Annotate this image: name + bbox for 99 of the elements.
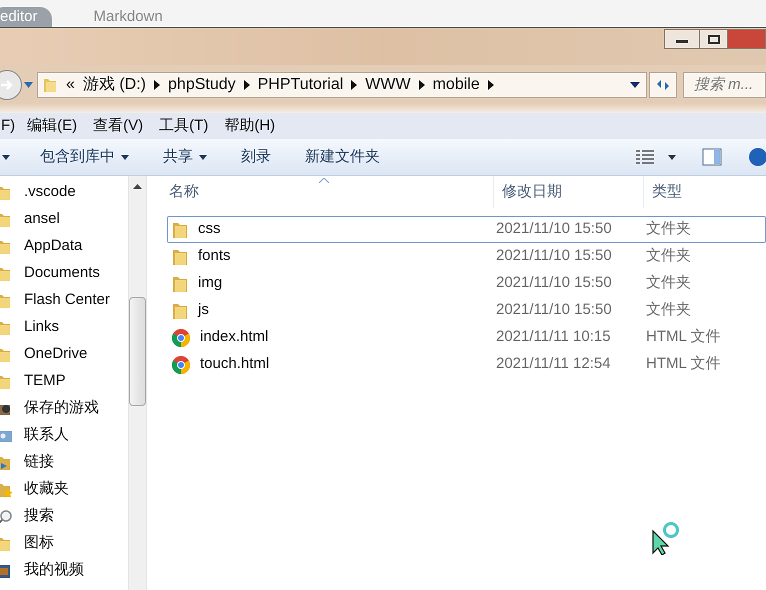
- file-row[interactable]: css 2021/11/10 15:50 文件夹: [167, 216, 766, 243]
- folder-icon: [172, 248, 188, 266]
- breadcrumb[interactable]: WWW: [365, 73, 411, 97]
- sidebar-item[interactable]: OneDrive: [24, 343, 88, 366]
- preview-pane-icon[interactable]: [702, 148, 722, 166]
- file-name[interactable]: index.html: [200, 326, 268, 349]
- menu-item[interactable]: 工具(T): [159, 114, 208, 138]
- caret-icon[interactable]: [244, 80, 250, 90]
- caret-icon[interactable]: [488, 80, 494, 90]
- sidebar-item[interactable]: 联系人: [24, 424, 69, 447]
- folder-icon: [0, 238, 12, 254]
- sidebar-item[interactable]: Documents: [24, 262, 100, 285]
- caret-icon[interactable]: [418, 80, 425, 90]
- menu-item[interactable]: 编辑(E): [27, 114, 78, 138]
- minimize-button[interactable]: [664, 29, 700, 49]
- folder-icon: [172, 220, 188, 238]
- toolbar-button[interactable]: 刻录: [241, 139, 271, 175]
- sidebar-item[interactable]: 收藏夹: [24, 478, 69, 501]
- file-row[interactable]: img 2021/11/10 15:50 文件夹: [167, 270, 766, 297]
- column-header[interactable]: 类型: [643, 176, 682, 208]
- file-type: 文件夹: [646, 273, 691, 294]
- file-type: HTML 文件: [646, 327, 720, 348]
- breadcrumb[interactable]: mobile: [432, 73, 480, 97]
- toolbar-button[interactable]: 共享: [163, 139, 207, 175]
- breadcrumb[interactable]: 游戏 (D:): [82, 73, 146, 97]
- folder-icon: [172, 274, 188, 292]
- overflow-chevron[interactable]: «: [66, 73, 75, 97]
- folder-icon: [0, 184, 12, 200]
- search-field[interactable]: 搜索 m...: [683, 72, 766, 98]
- sidebar-item[interactable]: 链接: [24, 451, 54, 474]
- folder-icon: [0, 320, 12, 336]
- file-date: 2021/11/10 15:50: [496, 273, 613, 294]
- file-row[interactable]: index.html 2021/11/11 10:15 HTML 文件: [167, 324, 766, 351]
- minimize-icon: [676, 40, 688, 43]
- folder-icon: [0, 292, 12, 308]
- menu-item[interactable]: F): [1, 114, 16, 138]
- file-date: 2021/11/10 15:50: [496, 246, 613, 266]
- file-name[interactable]: img: [198, 272, 222, 295]
- dropdown-icon[interactable]: [630, 82, 640, 88]
- address-field[interactable]: « 游戏 (D:) phpStudy PHPTutorial WWW mobile: [37, 72, 647, 98]
- toolbar-button[interactable]: 包含到库中: [40, 139, 129, 175]
- sidebar-item[interactable]: 图标: [24, 532, 54, 555]
- file-type: 文件夹: [646, 219, 691, 240]
- toolbar-button[interactable]: 新建文件夹: [305, 139, 380, 175]
- file-name[interactable]: css: [198, 218, 220, 241]
- file-type: 文件夹: [646, 300, 691, 320]
- folder-icon: [42, 77, 58, 93]
- forward-button[interactable]: [0, 70, 22, 100]
- folder-icon: [0, 346, 12, 362]
- maximize-icon: [708, 34, 720, 44]
- caret-icon[interactable]: [668, 154, 676, 160]
- sidebar-item[interactable]: AppData: [24, 235, 82, 258]
- star-folder-icon: [0, 482, 12, 498]
- file-name[interactable]: js: [198, 299, 209, 322]
- menu-item[interactable]: 帮助(H): [224, 114, 276, 138]
- file-date: 2021/11/10 15:50: [496, 219, 613, 240]
- caret-icon[interactable]: [351, 80, 358, 90]
- search-icon: [0, 508, 12, 524]
- folder-icon: [172, 302, 188, 320]
- folder-icon: [0, 266, 12, 282]
- folder-icon: [0, 212, 12, 228]
- film-icon: [0, 562, 12, 578]
- file-date: 2021/11/11 10:15: [496, 327, 612, 348]
- scrollbar-thumb[interactable]: [129, 297, 146, 406]
- sidebar-item[interactable]: TEMP: [24, 370, 66, 393]
- folder-icon: [0, 374, 12, 390]
- file-type: HTML 文件: [646, 354, 720, 374]
- scroll-up-icon[interactable]: [133, 184, 142, 189]
- scrollbar[interactable]: [128, 176, 147, 590]
- file-type: 文件夹: [646, 246, 691, 266]
- breadcrumb[interactable]: PHPTutorial: [258, 73, 344, 97]
- sidebar-item[interactable]: Flash Center: [24, 289, 110, 312]
- view-list-icon[interactable]: [636, 149, 654, 165]
- breadcrumb[interactable]: phpStudy: [168, 73, 236, 97]
- file-row[interactable]: js 2021/11/10 15:50 文件夹: [167, 297, 766, 324]
- caret-icon[interactable]: [154, 80, 160, 90]
- busy-cursor-icon: [652, 521, 682, 555]
- menu-item[interactable]: 查看(V): [93, 114, 144, 138]
- refresh-icon: [655, 78, 671, 92]
- column-header[interactable]: 修改日期: [493, 176, 643, 208]
- sidebar-item[interactable]: Links: [24, 316, 60, 339]
- file-row[interactable]: fonts 2021/11/10 15:50 文件夹: [167, 243, 766, 270]
- maximize-button[interactable]: [700, 29, 728, 49]
- chrome-icon: [172, 356, 190, 374]
- file-row[interactable]: touch.html 2021/11/11 12:54 HTML 文件: [167, 351, 766, 378]
- file-date: 2021/11/11 12:54: [496, 354, 612, 374]
- folder-icon: [0, 454, 12, 470]
- refresh-button[interactable]: [649, 72, 677, 98]
- sidebar-item[interactable]: 我的视频: [24, 559, 84, 582]
- sidebar-item[interactable]: 保存的游戏: [24, 397, 99, 420]
- file-name[interactable]: fonts: [198, 245, 231, 268]
- column-header[interactable]: 名称: [167, 180, 493, 204]
- file-date: 2021/11/10 15:50: [496, 300, 613, 320]
- sidebar-item[interactable]: 搜索: [24, 505, 54, 528]
- sidebar-item[interactable]: .vscode: [24, 181, 76, 204]
- sidebar-item[interactable]: ansel: [24, 208, 60, 231]
- file-name[interactable]: touch.html: [200, 353, 270, 376]
- chrome-icon: [172, 328, 190, 346]
- folder-icon: [0, 536, 12, 552]
